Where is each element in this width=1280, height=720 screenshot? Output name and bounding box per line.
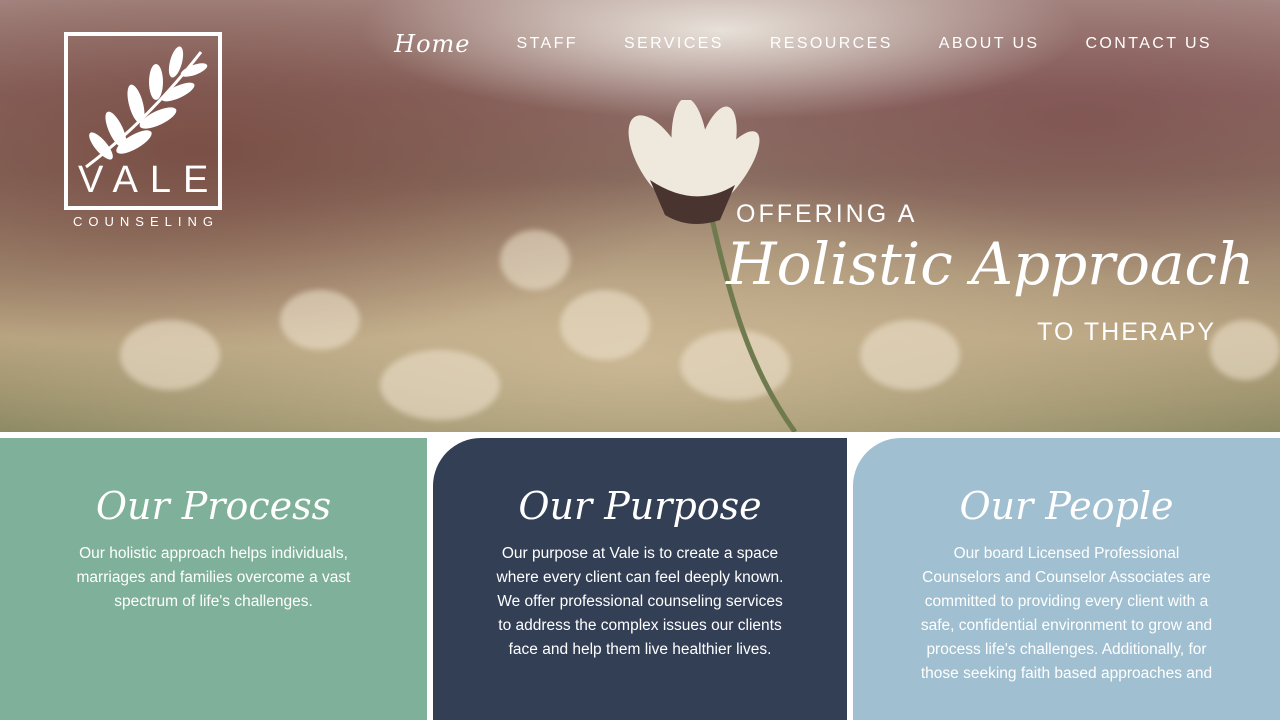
nav-contact-us[interactable]: CONTACT US — [1085, 35, 1212, 53]
panel-our-people: Our People Our board Licensed Profession… — [853, 438, 1280, 720]
bokeh-decoration — [120, 320, 220, 390]
hero-tagline: OFFERING A Holistic Approach TO THERAPY — [696, 200, 1254, 360]
nav-staff[interactable]: STAFF — [517, 35, 578, 53]
tagline-line-1: OFFERING A — [736, 200, 918, 228]
nav-services[interactable]: SERVICES — [624, 35, 724, 53]
panel-our-purpose: Our Purpose Our purpose at Vale is to cr… — [433, 438, 847, 720]
panel-our-process: Our Process Our holistic approach helps … — [0, 438, 427, 720]
tagline-line-3: TO THERAPY — [1037, 318, 1216, 346]
panel-text: Our holistic approach helps individuals,… — [76, 545, 351, 610]
panel-title: Our Purpose — [518, 484, 762, 528]
bokeh-decoration — [500, 230, 570, 290]
panel-title: Our Process — [95, 484, 332, 528]
olive-branch-icon — [85, 46, 208, 169]
main-navigation: Home STAFF SERVICES RESOURCES ABOUT US C… — [394, 30, 1212, 58]
nav-resources[interactable]: RESOURCES — [770, 35, 893, 53]
panel-title: Our People — [959, 484, 1174, 528]
nav-about-us[interactable]: ABOUT US — [939, 35, 1040, 53]
panel-text: Our board Licensed Professional Counselo… — [920, 545, 1213, 682]
logo-frame: VALE — [64, 32, 222, 210]
tagline-script: Holistic Approach — [726, 230, 1255, 298]
bokeh-decoration — [380, 350, 500, 420]
logo-wordmark: VALE — [78, 159, 221, 201]
hero-banner: VALE COUNSELING Home STAFF SERVICES RESO… — [0, 0, 1280, 432]
bokeh-decoration — [1210, 320, 1280, 380]
logo-subtitle: COUNSELING — [73, 214, 219, 229]
nav-home[interactable]: Home — [394, 30, 470, 58]
vale-logo[interactable]: VALE COUNSELING — [64, 32, 222, 229]
panel-text: Our purpose at Vale is to create a space… — [496, 545, 784, 658]
bokeh-decoration — [280, 290, 360, 350]
